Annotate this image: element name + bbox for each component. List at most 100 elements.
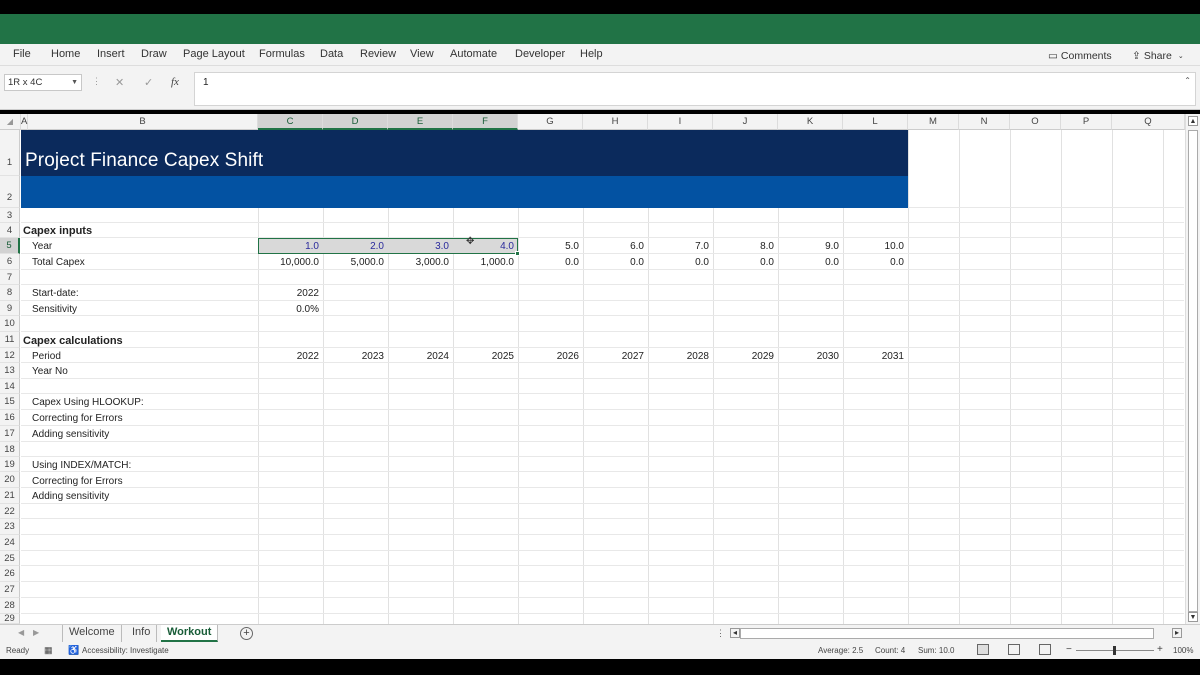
total-capex-value-10[interactable]: 0.0	[843, 256, 908, 270]
period-value-7[interactable]: 2028	[648, 350, 713, 364]
column-header-k[interactable]: K	[778, 114, 843, 130]
period-value-1[interactable]: 2022	[258, 350, 323, 364]
menu-home[interactable]: Home	[51, 48, 80, 60]
column-header-m[interactable]: M	[908, 114, 959, 130]
select-all-corner[interactable]: ◢	[0, 114, 21, 130]
accessibility-status[interactable]: Accessibility: Investigate	[82, 646, 169, 655]
row-header-24[interactable]: 24	[0, 535, 20, 551]
menu-automate[interactable]: Automate	[450, 48, 497, 60]
menu-view[interactable]: View	[410, 48, 434, 60]
year-value-6[interactable]: 6.0	[583, 240, 648, 254]
add-sheet-icon[interactable]: +	[240, 627, 253, 640]
column-header-l[interactable]: L	[843, 114, 908, 130]
period-value-10[interactable]: 2031	[843, 350, 908, 364]
year-value-4[interactable]: 4.0	[453, 240, 518, 254]
row-header-13[interactable]: 13	[0, 363, 20, 379]
column-header-g[interactable]: G	[518, 114, 583, 130]
tab-prev-icon[interactable]: ◀	[18, 628, 24, 637]
row-header-2[interactable]: 2	[0, 176, 20, 208]
worksheet-grid[interactable]: ◢ ABCDEFGHIJKLMNOPQ 1 2 3 4 5 6 7 8 9 10 11 12 13 14 1…	[0, 114, 1200, 624]
share-button[interactable]: ⇪ Share ⌄	[1128, 47, 1188, 64]
row-header-15[interactable]: 15	[0, 394, 20, 410]
row-header-7[interactable]: 7	[0, 270, 20, 285]
scroll-left-icon[interactable]: ◂	[730, 628, 740, 638]
column-header-b[interactable]: B	[28, 114, 258, 130]
column-header-e[interactable]: E	[388, 114, 453, 130]
column-header-f[interactable]: F	[453, 114, 518, 130]
row-header-14[interactable]: 14	[0, 379, 20, 394]
row-header-9[interactable]: 9	[0, 301, 20, 316]
period-value-2[interactable]: 2023	[323, 350, 388, 364]
row-header-4[interactable]: 4	[0, 223, 20, 238]
total-capex-value-8[interactable]: 0.0	[713, 256, 778, 270]
column-header-q[interactable]: Q	[1112, 114, 1185, 130]
menu-insert[interactable]: Insert	[97, 48, 125, 60]
menu-draw[interactable]: Draw	[141, 48, 167, 60]
comments-button[interactable]: ▭ Comments	[1044, 47, 1116, 64]
row-header-18[interactable]: 18	[0, 442, 20, 457]
page-layout-view-icon[interactable]	[1008, 644, 1020, 655]
column-header-c[interactable]: C	[258, 114, 323, 130]
period-value-8[interactable]: 2029	[713, 350, 778, 364]
row-header-3[interactable]: 3	[0, 208, 20, 223]
year-value-2[interactable]: 2.0	[323, 240, 388, 254]
row-header-17[interactable]: 17	[0, 426, 20, 442]
row-header-5[interactable]: 5	[0, 238, 20, 254]
row-header-22[interactable]: 22	[0, 504, 20, 519]
column-header-h[interactable]: H	[583, 114, 648, 130]
total-capex-value-7[interactable]: 0.0	[648, 256, 713, 270]
name-box[interactable]: 1R x 4C ▼	[4, 74, 82, 91]
row-header-27[interactable]: 27	[0, 582, 20, 598]
total-capex-value-9[interactable]: 0.0	[778, 256, 843, 270]
row-header-12[interactable]: 12	[0, 348, 20, 363]
tab-workout[interactable]: Workout	[161, 625, 219, 642]
column-header-j[interactable]: J	[713, 114, 778, 130]
scroll-up-icon[interactable]: ▲	[1188, 116, 1198, 126]
year-value-1[interactable]: 1.0	[258, 240, 323, 254]
row-header-19[interactable]: 19	[0, 457, 20, 472]
period-value-3[interactable]: 2024	[388, 350, 453, 364]
total-capex-value-6[interactable]: 0.0	[583, 256, 648, 270]
total-capex-value-5[interactable]: 0.0	[518, 256, 583, 270]
normal-view-icon[interactable]	[977, 644, 989, 655]
page-break-view-icon[interactable]	[1039, 644, 1051, 655]
sensitivity-value[interactable]: 0.0%	[258, 303, 323, 317]
macro-record-icon[interactable]: ▦	[44, 645, 53, 656]
scroll-right-icon[interactable]: ▸	[1172, 628, 1182, 638]
year-value-9[interactable]: 9.0	[778, 240, 843, 254]
column-header-i[interactable]: I	[648, 114, 713, 130]
menu-help[interactable]: Help	[580, 48, 603, 60]
total-capex-value-2[interactable]: 5,000.0	[323, 256, 388, 270]
year-value-3[interactable]: 3.0	[388, 240, 453, 254]
row-header-29[interactable]: 29	[0, 614, 20, 624]
period-value-9[interactable]: 2030	[778, 350, 843, 364]
zoom-level[interactable]: 100%	[1173, 646, 1193, 655]
vertical-scroll-thumb[interactable]	[1188, 130, 1198, 612]
row-header-26[interactable]: 26	[0, 566, 20, 582]
total-capex-value-3[interactable]: 3,000.0	[388, 256, 453, 270]
zoom-in-icon[interactable]: +	[1157, 644, 1163, 655]
menu-review[interactable]: Review	[360, 48, 396, 60]
zoom-slider-knob[interactable]	[1113, 646, 1116, 655]
horizontal-scrollbar[interactable]	[740, 628, 1154, 639]
year-value-7[interactable]: 7.0	[648, 240, 713, 254]
year-value-10[interactable]: 10.0	[843, 240, 908, 254]
enter-icon[interactable]: ✓	[144, 76, 153, 89]
row-header-11[interactable]: 11	[0, 332, 20, 348]
total-capex-value-1[interactable]: 10,000.0	[258, 256, 323, 270]
menu-formulas[interactable]: Formulas	[259, 48, 305, 60]
formula-input[interactable]: 1 ⌃	[194, 72, 1196, 106]
period-value-6[interactable]: 2027	[583, 350, 648, 364]
row-header-28[interactable]: 28	[0, 598, 20, 614]
column-header-a[interactable]: A	[21, 114, 28, 130]
period-value-4[interactable]: 2025	[453, 350, 518, 364]
menu-page-layout[interactable]: Page Layout	[183, 48, 245, 60]
row-header-6[interactable]: 6	[0, 254, 20, 270]
vertical-scrollbar[interactable]: ▲ ▼	[1185, 114, 1200, 624]
row-header-16[interactable]: 16	[0, 410, 20, 426]
row-header-1[interactable]: 1	[0, 130, 20, 176]
total-capex-value-4[interactable]: 1,000.0	[453, 256, 518, 270]
row-header-21[interactable]: 21	[0, 488, 20, 504]
tab-next-icon[interactable]: ▶	[33, 628, 39, 637]
year-value-8[interactable]: 8.0	[713, 240, 778, 254]
